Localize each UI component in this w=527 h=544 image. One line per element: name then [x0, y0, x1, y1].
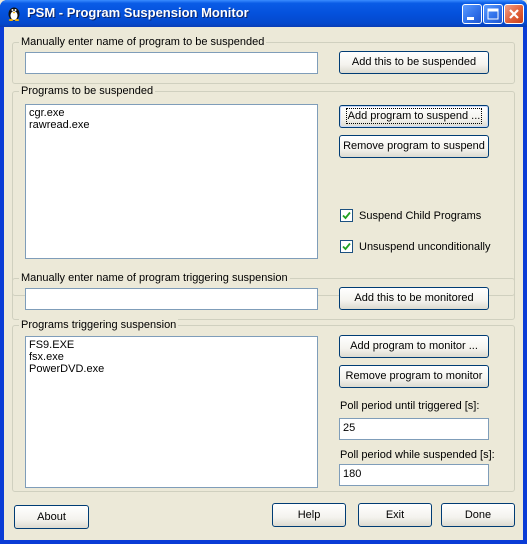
manual-suspend-group-label: Manually enter name of program to be sus… — [19, 36, 267, 49]
list-item[interactable]: PowerDVD.exe — [29, 363, 314, 375]
manual-suspend-group: Manually enter name of program to be sus… — [12, 36, 515, 84]
remove-program-to-monitor-button[interactable]: Remove program to monitor — [339, 365, 489, 388]
list-item[interactable]: fsx.exe — [29, 351, 314, 363]
trigger-program-list[interactable]: FS9.EXE fsx.exe PowerDVD.exe — [25, 336, 318, 488]
manual-suspend-input[interactable] — [25, 52, 318, 74]
checkmark-icon — [342, 211, 351, 220]
poll-triggered-input[interactable]: 25 — [339, 418, 489, 440]
client-area: Manually enter name of program to be sus… — [4, 27, 523, 540]
list-item[interactable]: FS9.EXE — [29, 339, 314, 351]
suspend-list-group-label: Programs to be suspended — [19, 85, 156, 98]
minimize-button[interactable] — [462, 4, 482, 24]
add-program-to-monitor-button[interactable]: Add program to monitor ... — [339, 335, 489, 358]
trigger-list-group: Programs triggering suspension FS9.EXE f… — [12, 319, 515, 492]
unsuspend-checkbox[interactable] — [340, 240, 353, 253]
exit-button[interactable]: Exit — [358, 503, 432, 527]
suspend-child-checkbox-row[interactable]: Suspend Child Programs — [340, 209, 481, 222]
manual-trigger-group: Manually enter name of program triggerin… — [12, 272, 515, 320]
maximize-icon — [487, 8, 499, 20]
add-program-to-suspend-button[interactable]: Add program to suspend ... — [339, 105, 489, 128]
suspend-list-group: Programs to be suspended cgr.exe rawread… — [12, 85, 515, 296]
add-monitor-button[interactable]: Add this to be monitored — [339, 287, 489, 310]
suspend-program-list[interactable]: cgr.exe rawread.exe — [25, 104, 318, 259]
title-bar[interactable]: PSM - Program Suspension Monitor — [0, 0, 527, 27]
help-button[interactable]: Help — [272, 503, 346, 527]
add-program-to-suspend-label: Add program to suspend ... — [345, 108, 483, 124]
maximize-button[interactable] — [483, 4, 503, 24]
list-item[interactable]: cgr.exe — [29, 107, 314, 119]
unsuspend-checkbox-row[interactable]: Unsuspend unconditionally — [340, 240, 490, 253]
suspend-child-checkbox[interactable] — [340, 209, 353, 222]
poll-triggered-label: Poll period until triggered [s]: — [340, 400, 480, 412]
done-button[interactable]: Done — [441, 503, 515, 527]
poll-suspended-input[interactable]: 180 — [339, 464, 489, 486]
manual-trigger-group-label: Manually enter name of program triggerin… — [19, 272, 290, 285]
penguin-icon — [8, 7, 20, 21]
suspend-child-label: Suspend Child Programs — [359, 209, 482, 222]
close-icon — [509, 9, 519, 19]
trigger-list-group-label: Programs triggering suspension — [19, 319, 179, 332]
about-button[interactable]: About — [14, 505, 89, 529]
remove-program-to-suspend-button[interactable]: Remove program to suspend — [339, 135, 489, 158]
poll-suspended-label: Poll period while suspended [s]: — [340, 449, 495, 461]
manual-trigger-input[interactable] — [25, 288, 318, 310]
checkmark-icon — [342, 242, 351, 251]
minimize-icon — [467, 17, 474, 20]
close-button[interactable] — [504, 4, 524, 24]
list-item[interactable]: rawread.exe — [29, 119, 314, 131]
add-suspend-button[interactable]: Add this to be suspended — [339, 51, 489, 74]
unsuspend-label: Unsuspend unconditionally — [359, 240, 491, 253]
app-window: PSM - Program Suspension Monitor Manuall… — [0, 0, 527, 544]
window-title: PSM - Program Suspension Monitor — [27, 5, 249, 20]
